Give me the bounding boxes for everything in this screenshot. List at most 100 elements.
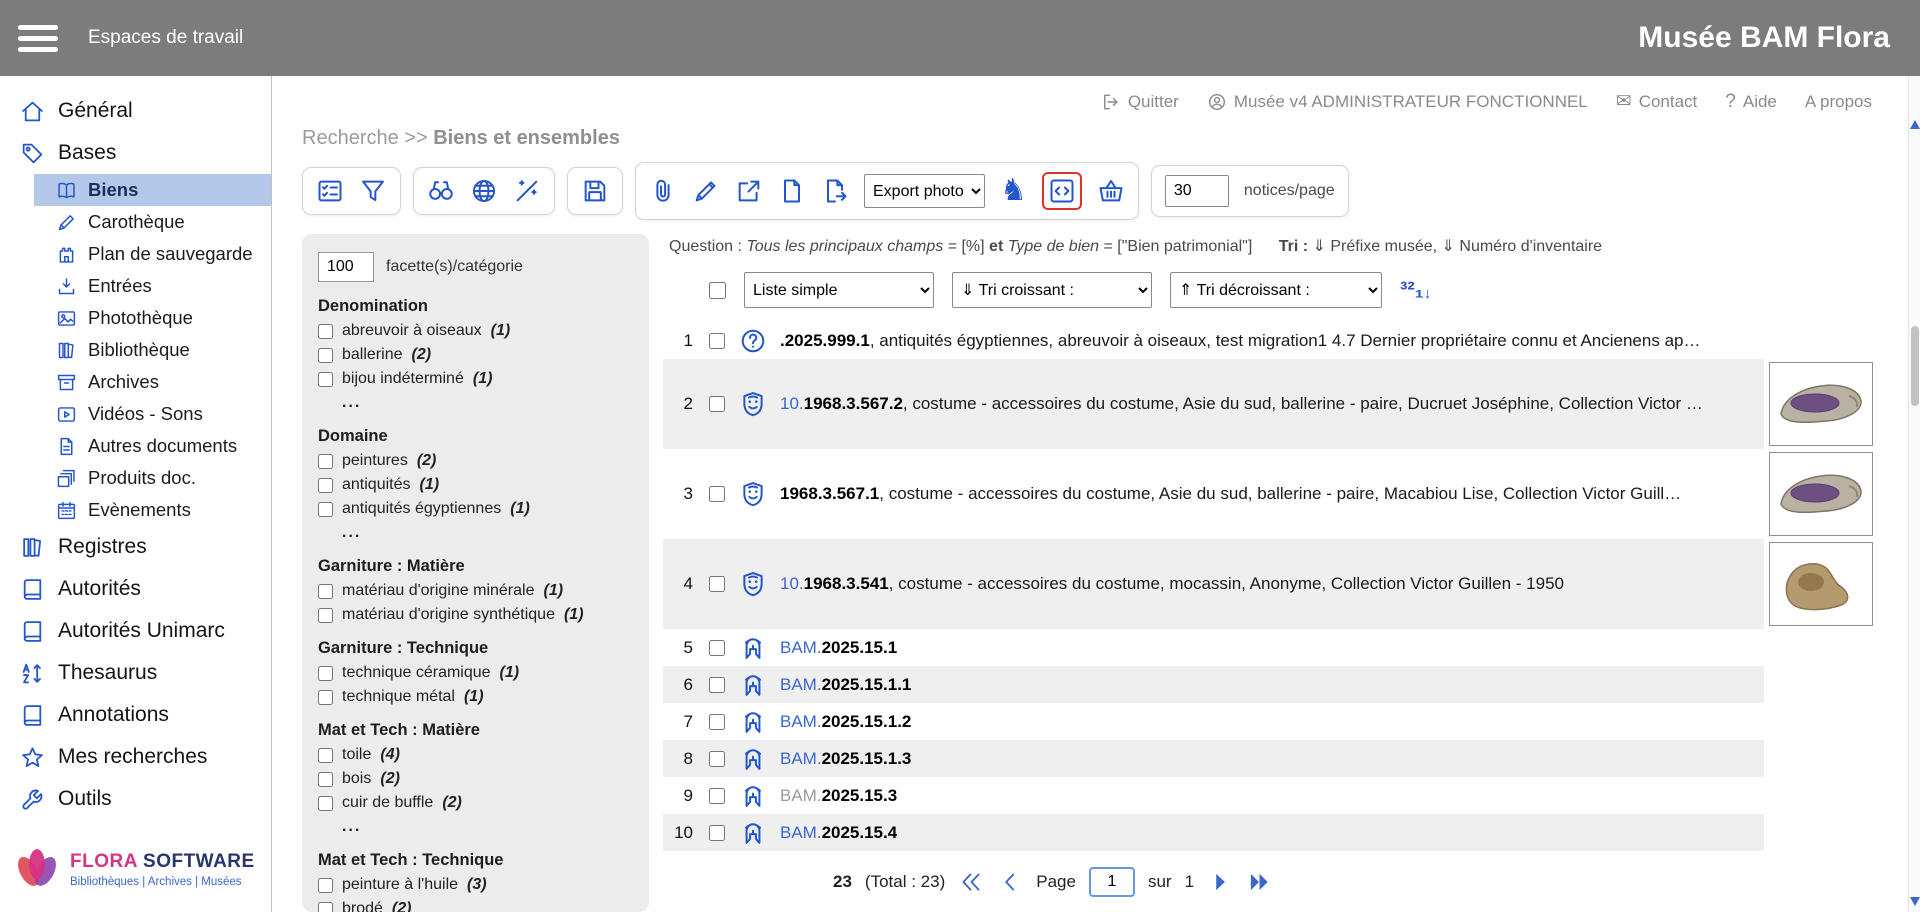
sidebar-item-bibliotheque[interactable]: Bibliothèque	[0, 334, 271, 366]
helmet-icon[interactable]	[739, 819, 767, 847]
contact-link[interactable]: ✉Contact	[1616, 90, 1698, 113]
facet-checkbox[interactable]	[318, 502, 333, 517]
record-link[interactable]: 10.	[780, 574, 804, 593]
list-display-button[interactable]	[316, 177, 344, 205]
a-propos-link[interactable]: A propos	[1805, 92, 1872, 112]
table-row[interactable]: 10 BAM.2025.15.4	[663, 814, 1878, 851]
previous-page-icon[interactable]	[997, 869, 1023, 895]
facet-checkbox[interactable]	[318, 608, 333, 623]
user-account[interactable]: Musée v4 ADMINISTRATEUR FONCTIONNEL	[1207, 92, 1588, 112]
table-row[interactable]: 9 BAM.2025.15.3	[663, 777, 1878, 814]
sidebar-item-evenements[interactable]: Evènements	[0, 494, 271, 526]
scroll-down-arrow[interactable]	[1910, 897, 1920, 906]
row-checkbox[interactable]	[709, 788, 725, 804]
save-button[interactable]	[581, 177, 609, 205]
globe-search-button[interactable]	[470, 177, 498, 205]
magic-wand-button[interactable]	[513, 177, 541, 205]
sort-descending-select[interactable]: ⇑ Tri décroissant :	[1170, 272, 1382, 308]
facet-more[interactable]: ...	[342, 524, 633, 542]
edit-button[interactable]	[692, 177, 720, 205]
helmet-icon[interactable]	[739, 708, 767, 736]
sort-order-icon[interactable]: ³²₁↓	[1400, 277, 1431, 303]
facet-checkbox[interactable]	[318, 584, 333, 599]
sidebar-item-archives[interactable]: Archives	[0, 366, 271, 398]
binoculars-search-button[interactable]	[427, 177, 455, 205]
batch-run-button[interactable]: ♞	[1000, 176, 1027, 206]
next-page-icon[interactable]	[1207, 869, 1233, 895]
sidebar-item-general[interactable]: Général	[0, 90, 271, 132]
record-link[interactable]: BAM.	[780, 823, 822, 842]
facet-item[interactable]: peinture à l'huile(3)	[318, 876, 633, 894]
external-link-button[interactable]	[735, 177, 763, 205]
facet-count-input[interactable]	[318, 252, 374, 282]
sidebar-item-registres[interactable]: Registres	[0, 526, 271, 568]
facet-item[interactable]: antiquités égyptiennes(1)	[318, 500, 633, 518]
helmet-icon[interactable]	[739, 634, 767, 662]
facet-checkbox[interactable]	[318, 478, 333, 493]
facet-checkbox[interactable]	[318, 878, 333, 893]
table-row[interactable]: 5 BAM.2025.15.1	[663, 629, 1878, 666]
facet-checkbox[interactable]	[318, 748, 333, 763]
facet-checkbox[interactable]	[318, 454, 333, 469]
row-checkbox[interactable]	[709, 751, 725, 767]
facet-item[interactable]: matériau d'origine minérale(1)	[318, 582, 633, 600]
heritage-shield-icon[interactable]	[739, 390, 767, 418]
facet-item[interactable]: technique céramique(1)	[318, 664, 633, 682]
facet-item[interactable]: ballerine(2)	[318, 346, 633, 364]
basket-button[interactable]	[1097, 177, 1125, 205]
helmet-icon[interactable]	[739, 745, 767, 773]
facet-checkbox[interactable]	[318, 348, 333, 363]
record-link[interactable]: BAM.	[780, 638, 822, 657]
sidebar-item-autorites-unimarc[interactable]: Autorités Unimarc	[0, 610, 271, 652]
row-checkbox[interactable]	[709, 333, 725, 349]
sidebar-item-videos-sons[interactable]: Vidéos - Sons	[0, 398, 271, 430]
row-checkbox[interactable]	[709, 640, 725, 656]
row-checkbox[interactable]	[709, 825, 725, 841]
select-all-checkbox[interactable]	[709, 282, 726, 299]
record-link[interactable]: BAM.	[780, 712, 822, 731]
row-checkbox[interactable]	[709, 486, 725, 502]
facet-item[interactable]: antiquités(1)	[318, 476, 633, 494]
facet-checkbox[interactable]	[318, 690, 333, 705]
facet-checkbox[interactable]	[318, 902, 333, 912]
facet-item[interactable]: toile(4)	[318, 746, 633, 764]
hamburger-menu-button[interactable]	[18, 25, 58, 52]
quitter-button[interactable]: Quitter	[1101, 92, 1179, 112]
table-row[interactable]: 6 BAM.2025.15.1.1	[663, 666, 1878, 703]
xml-export-button[interactable]	[1048, 177, 1076, 205]
record-thumbnail[interactable]	[1769, 542, 1873, 626]
export-photo-select[interactable]: Export photo	[864, 174, 985, 208]
filter-button[interactable]	[359, 177, 387, 205]
scrollbar[interactable]	[1908, 76, 1920, 912]
sidebar-item-outils[interactable]: Outils	[0, 778, 271, 820]
facet-item[interactable]: technique métal(1)	[318, 688, 633, 706]
sidebar-item-thesaurus[interactable]: Thesaurus	[0, 652, 271, 694]
facet-more[interactable]: ...	[342, 818, 633, 836]
helmet-icon[interactable]	[739, 671, 767, 699]
facet-checkbox[interactable]	[318, 372, 333, 387]
sidebar-item-annotations[interactable]: Annotations	[0, 694, 271, 736]
facet-checkbox[interactable]	[318, 796, 333, 811]
document-button[interactable]	[778, 177, 806, 205]
sidebar-item-autres-documents[interactable]: Autres documents	[0, 430, 271, 462]
question-badge-icon[interactable]	[739, 327, 767, 355]
heritage-shield-icon[interactable]	[739, 480, 767, 508]
facet-item[interactable]: bois(2)	[318, 770, 633, 788]
facet-item[interactable]: matériau d'origine synthétique(1)	[318, 606, 633, 624]
record-link[interactable]: BAM.	[780, 675, 822, 694]
facet-more[interactable]: ...	[342, 394, 633, 412]
row-checkbox[interactable]	[709, 576, 725, 592]
last-page-icon[interactable]	[1246, 869, 1272, 895]
record-thumbnail[interactable]	[1769, 362, 1873, 446]
sidebar-item-plan-de-sauvegarde[interactable]: Plan de sauvegarde	[0, 238, 271, 270]
first-page-icon[interactable]	[958, 869, 984, 895]
row-checkbox[interactable]	[709, 396, 725, 412]
sidebar-item-entrees[interactable]: Entrées	[0, 270, 271, 302]
sidebar-item-biens[interactable]: Biens	[34, 174, 271, 206]
table-row[interactable]: 3 1968.3.567.1, costume - accessoires du…	[663, 449, 1878, 539]
record-link[interactable]: 10.	[780, 394, 804, 413]
table-row[interactable]: 7 BAM.2025.15.1.2	[663, 703, 1878, 740]
facet-checkbox[interactable]	[318, 772, 333, 787]
sidebar-item-phototheque[interactable]: Photothèque	[0, 302, 271, 334]
scroll-thumb[interactable]	[1911, 326, 1919, 406]
